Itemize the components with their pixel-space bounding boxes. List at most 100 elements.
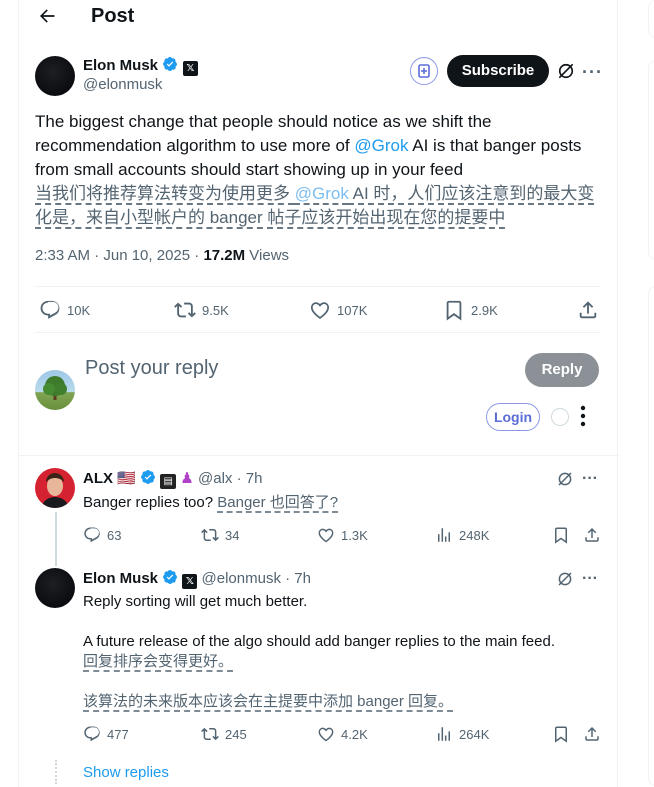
reply-submit-button[interactable]: Reply xyxy=(525,353,599,387)
reply-author-row: ALX 🇺🇸 ▤ ♟ @alx · 7h xyxy=(83,469,262,489)
reply-input[interactable]: Post your reply xyxy=(85,357,218,380)
reply-button[interactable]: 10K xyxy=(39,299,90,321)
like-icon xyxy=(309,299,331,321)
post-text: The biggest change that people should no… xyxy=(35,110,605,230)
progress-circle xyxy=(551,408,569,426)
views-count: 17.2M xyxy=(203,247,246,264)
reply-count: 477 xyxy=(107,726,129,742)
repost-icon xyxy=(201,526,219,544)
reply-count: 10K xyxy=(67,302,91,318)
flag-icon: 🇺🇸 xyxy=(117,470,136,487)
verified-icon xyxy=(140,469,156,485)
translation-part: 当我们将推荐算法转变为使用更多 xyxy=(35,184,295,203)
share-icon xyxy=(583,526,601,544)
repost-button[interactable]: 34 xyxy=(201,526,239,544)
verified-icon xyxy=(162,569,178,585)
like-icon xyxy=(317,725,335,743)
repost-icon xyxy=(201,725,219,743)
bookmark-button[interactable] xyxy=(552,725,570,743)
premium-icon[interactable] xyxy=(556,570,574,593)
subscribe-button[interactable]: Subscribe xyxy=(447,55,549,87)
more-icon[interactable]: ··· xyxy=(582,570,598,588)
divider xyxy=(35,286,601,287)
views-icon xyxy=(435,725,453,743)
share-button[interactable] xyxy=(583,526,601,544)
reply-count: 63 xyxy=(107,527,122,543)
share-button[interactable] xyxy=(577,299,599,321)
show-replies-link[interactable]: Show replies xyxy=(83,764,169,781)
reply-icon xyxy=(39,299,61,321)
divider xyxy=(19,455,619,456)
views-label: Views xyxy=(245,247,290,264)
views-button[interactable]: 264K xyxy=(435,725,489,743)
premium-icon[interactable] xyxy=(556,61,576,86)
author-name[interactable]: Elon Musk xyxy=(83,57,158,74)
reply-time[interactable]: · 7h xyxy=(285,570,311,587)
bookmark-icon xyxy=(443,299,465,321)
x-badge-icon: 𝕏 xyxy=(182,574,198,589)
mention-link[interactable]: @Grok xyxy=(354,136,408,155)
reply-text-block: Reply sorting will get much better. A fu… xyxy=(83,592,603,712)
author-handle[interactable]: @elonmusk xyxy=(83,76,162,93)
reply-author-name[interactable]: ALX xyxy=(83,470,113,487)
more-icon[interactable]: ··· xyxy=(582,470,598,488)
views-count: 248K xyxy=(459,527,490,543)
grok-icon[interactable] xyxy=(410,57,438,85)
reply-icon xyxy=(83,526,101,544)
divider xyxy=(35,332,601,333)
bookmark-button[interactable]: 2.9K xyxy=(443,299,498,321)
affiliate-badge-icon: ▤ xyxy=(160,474,177,489)
avatar[interactable] xyxy=(35,468,75,508)
x-badge-icon: 𝕏 xyxy=(182,61,198,76)
login-button[interactable]: Login xyxy=(486,403,540,431)
post-translation: 当我们将推荐算法转变为使用更多 @Grok AI 时，人们应该注意到的最大变化是… xyxy=(35,182,605,230)
views-count: 264K xyxy=(459,726,490,742)
reply-button[interactable]: 477 xyxy=(83,725,129,743)
like-button[interactable]: 1.3K xyxy=(317,526,368,544)
reply-author-handle[interactable]: @elonmusk xyxy=(202,570,281,587)
bookmark-count: 2.9K xyxy=(471,302,498,318)
share-icon xyxy=(577,299,599,321)
repost-icon xyxy=(174,299,196,321)
post-column: Post Elon Musk 𝕏 @elonmusk Subscribe ···… xyxy=(18,0,619,787)
bookmark-icon xyxy=(552,725,570,743)
reply-button[interactable]: 63 xyxy=(83,526,121,544)
vertical-more-icon[interactable] xyxy=(580,405,586,432)
repost-button[interactable]: 245 xyxy=(201,725,247,743)
reply-author-name[interactable]: Elon Musk xyxy=(83,570,158,587)
repost-button[interactable]: 9.5K xyxy=(174,299,229,321)
translation-mention-link[interactable]: @Grok xyxy=(295,184,349,203)
premium-icon[interactable] xyxy=(556,470,574,493)
like-icon xyxy=(317,526,335,544)
avatar[interactable] xyxy=(35,568,75,608)
more-icon[interactable]: ··· xyxy=(582,62,603,83)
share-button[interactable] xyxy=(583,725,601,743)
like-button[interactable]: 107K xyxy=(309,299,367,321)
reply-translation: Banger 也回答了? xyxy=(217,494,339,511)
avatar[interactable] xyxy=(35,56,75,96)
reply-author-handle[interactable]: @alx xyxy=(198,470,232,487)
person-badge-icon: ♟ xyxy=(180,470,194,487)
reply-text: A future release of the algo should add … xyxy=(83,633,555,650)
avatar[interactable] xyxy=(35,370,75,410)
like-button[interactable]: 4.2K xyxy=(317,725,368,743)
views-icon xyxy=(435,526,453,544)
thread-dots xyxy=(55,760,57,784)
bookmark-button[interactable] xyxy=(552,526,570,544)
post-timestamp[interactable]: 2:33 AM · Jun 10, 2025 · xyxy=(35,247,203,264)
repost-count: 245 xyxy=(225,726,247,742)
reply-text: Banger replies too? xyxy=(83,494,214,511)
reply-time[interactable]: · 7h xyxy=(237,470,263,487)
reply-icon xyxy=(83,725,101,743)
back-arrow-icon[interactable] xyxy=(37,6,57,30)
verified-icon xyxy=(162,56,178,72)
header: Post xyxy=(19,0,619,34)
like-count: 1.3K xyxy=(341,527,368,543)
repost-count: 34 xyxy=(225,527,240,543)
reply-author-row: Elon Musk 𝕏 @elonmusk · 7h xyxy=(83,569,311,589)
share-icon xyxy=(583,725,601,743)
bookmark-icon xyxy=(552,526,570,544)
views-button[interactable]: 248K xyxy=(435,526,489,544)
reply-translation: 该算法的未来版本应该会在主提要中添加 banger 回复。 xyxy=(83,693,454,710)
reply-text: Reply sorting will get much better. xyxy=(83,593,308,610)
